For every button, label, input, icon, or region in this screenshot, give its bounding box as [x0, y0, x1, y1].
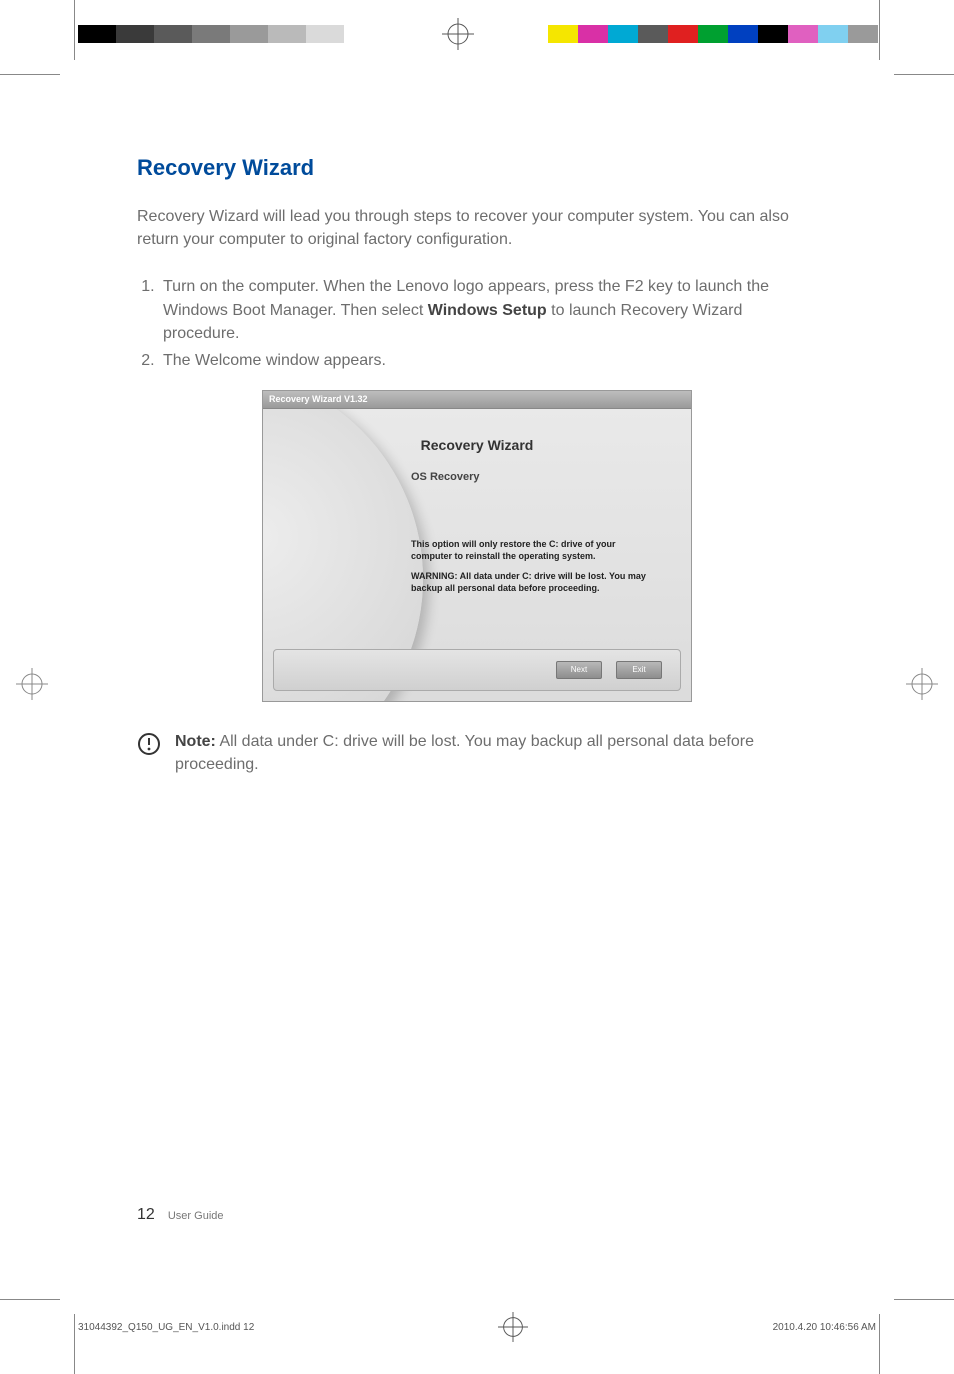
grayscale-swatches — [78, 25, 382, 43]
crop-mark — [894, 1299, 954, 1300]
crop-mark — [894, 74, 954, 75]
swatch — [268, 25, 306, 43]
swatch — [728, 25, 758, 43]
swatch — [230, 25, 268, 43]
doc-label: User Guide — [168, 1210, 224, 1222]
crop-mark — [74, 1314, 75, 1374]
swatch — [78, 25, 116, 43]
crop-mark — [0, 74, 60, 75]
swatch — [668, 25, 698, 43]
color-swatches — [548, 25, 878, 43]
steps-list: Turn on the computer. When the Lenovo lo… — [137, 275, 817, 372]
page-body: Recovery Wizard Recovery Wizard will lea… — [137, 155, 817, 777]
swatch — [698, 25, 728, 43]
page-footer: 12 User Guide — [137, 1206, 224, 1224]
print-footer: 31044392_Q150_UG_EN_V1.0.indd 12 2010.4.… — [78, 1312, 876, 1342]
swatch — [192, 25, 230, 43]
crop-mark — [74, 0, 75, 60]
swatch — [548, 25, 578, 43]
swatch — [116, 25, 154, 43]
dialog-message-1: This option will only restore the C: dri… — [411, 539, 651, 562]
note-label: Note: — [175, 733, 216, 750]
swatch — [154, 25, 192, 43]
swatch — [608, 25, 638, 43]
step-2: The Welcome window appears. — [159, 349, 817, 372]
print-date: 2010.4.20 10:46:56 AM — [773, 1322, 876, 1333]
registration-cross-icon — [16, 668, 48, 700]
next-button[interactable]: Next — [556, 661, 602, 679]
note-block: Note: All data under C: drive will be lo… — [137, 730, 817, 776]
page-number: 12 — [137, 1206, 155, 1223]
dialog-message-2: WARNING: All data under C: drive will be… — [411, 571, 651, 594]
dialog-body: Recovery Wizard OS Recovery This option … — [263, 409, 691, 701]
print-file: 31044392_Q150_UG_EN_V1.0.indd 12 — [78, 1322, 254, 1333]
swatch — [578, 25, 608, 43]
info-icon — [137, 732, 161, 756]
dialog-heading: Recovery Wizard — [263, 437, 691, 453]
swatch — [818, 25, 848, 43]
exit-button[interactable]: Exit — [616, 661, 662, 679]
intro-paragraph: Recovery Wizard will lead you through st… — [137, 205, 817, 251]
section-title: Recovery Wizard — [137, 155, 817, 181]
crop-mark — [0, 1299, 60, 1300]
swatch — [788, 25, 818, 43]
dialog-titlebar: Recovery Wizard V1.32 — [263, 391, 691, 409]
step-1-bold: Windows Setup — [428, 302, 547, 319]
registration-cross-icon — [254, 1312, 772, 1342]
swatch — [758, 25, 788, 43]
crop-mark — [879, 1314, 880, 1374]
dialog-subheading: OS Recovery — [411, 471, 479, 483]
swatch — [306, 25, 344, 43]
swatch — [638, 25, 668, 43]
note-text: Note: All data under C: drive will be lo… — [175, 730, 817, 776]
recovery-wizard-dialog: Recovery Wizard V1.32 Recovery Wizard OS… — [262, 390, 692, 702]
dialog-button-bar: Next Exit — [273, 649, 681, 691]
swatch — [344, 25, 382, 43]
crop-mark — [879, 0, 880, 60]
print-registration-marks — [0, 0, 954, 60]
registration-cross-icon — [906, 668, 938, 700]
step-1: Turn on the computer. When the Lenovo lo… — [159, 275, 817, 345]
swatch — [848, 25, 878, 43]
registration-cross-icon — [442, 18, 474, 50]
note-body: All data under C: drive will be lost. Yo… — [175, 733, 754, 773]
